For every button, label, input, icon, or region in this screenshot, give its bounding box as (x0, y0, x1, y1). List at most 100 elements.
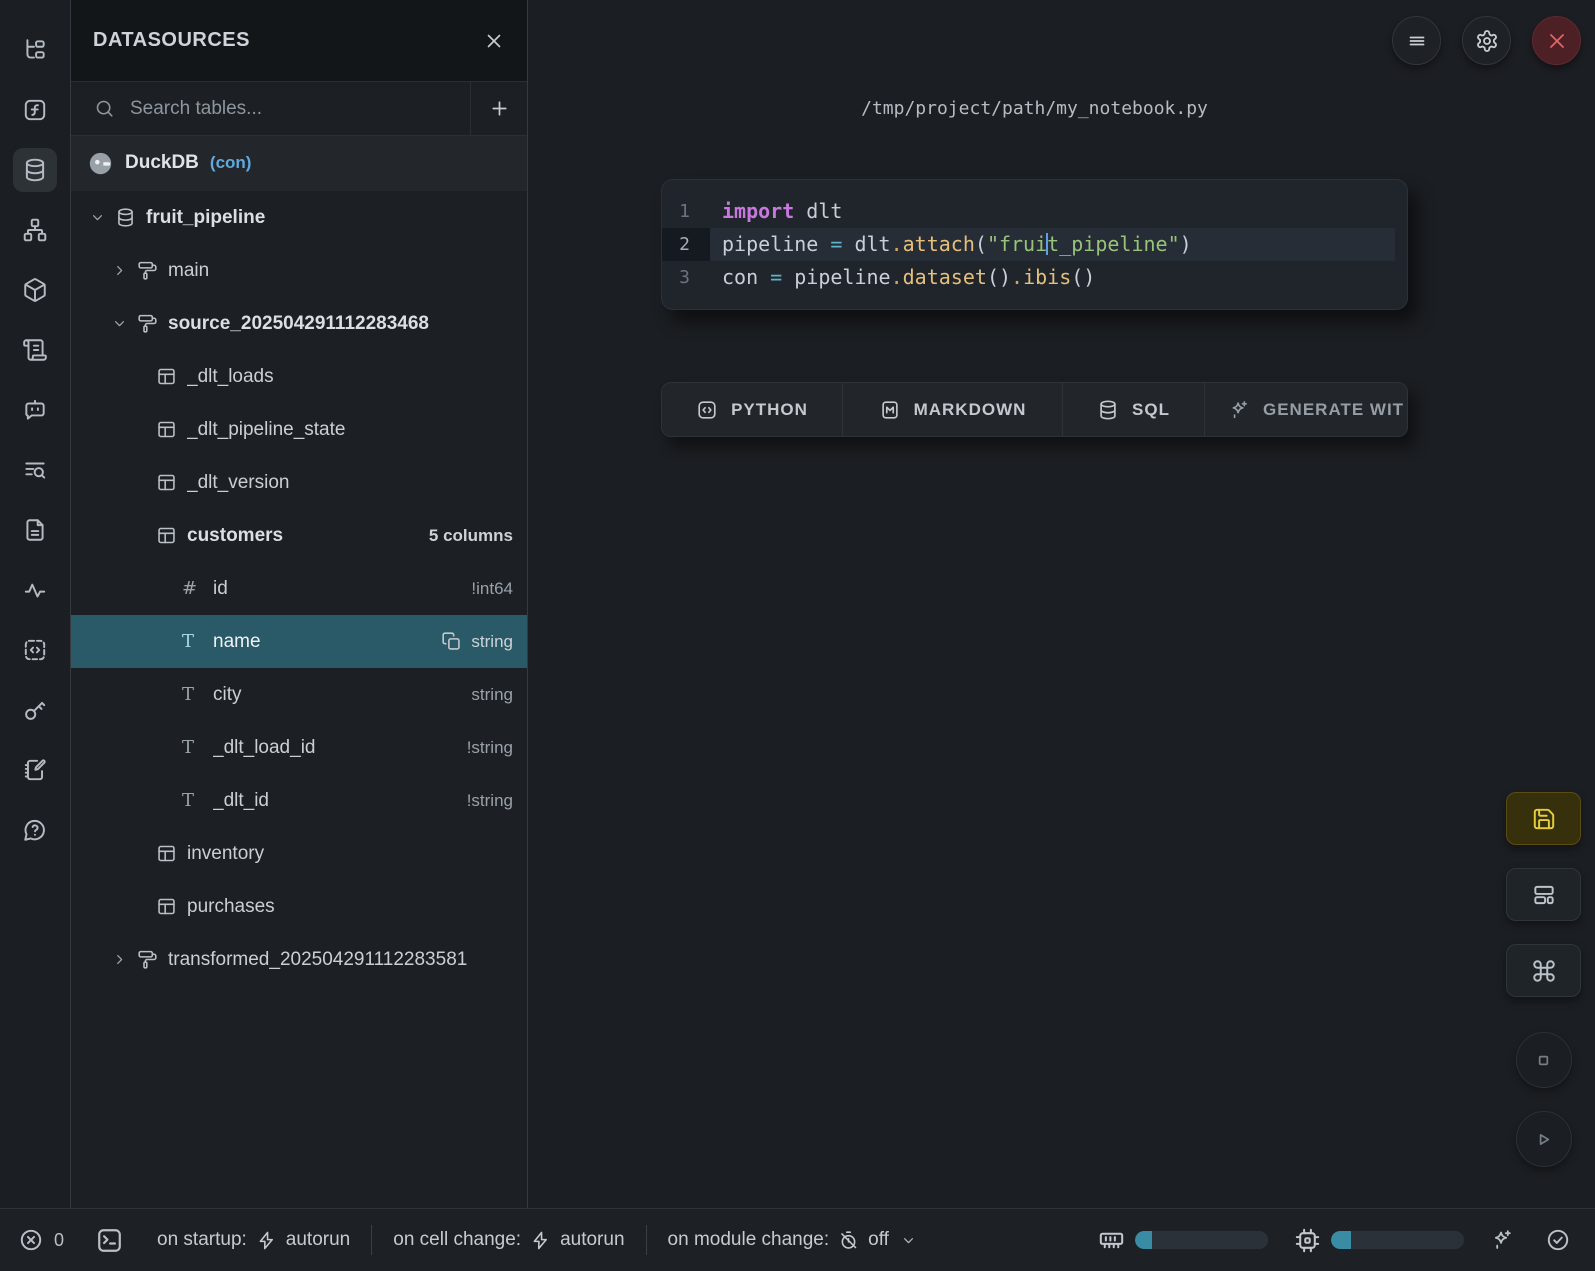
close-panel-button[interactable] (483, 30, 505, 52)
ai-features-button[interactable] (1490, 1228, 1514, 1252)
tree-row-city[interactable]: Tcitystring (71, 668, 527, 721)
grid-layout-button[interactable] (1506, 868, 1581, 921)
tree-label: _dlt_pipeline_state (187, 419, 513, 441)
status-bar: 0 on startup:autorun on cell change: autor… (0, 1208, 1595, 1271)
key-icon (22, 697, 48, 723)
search-icon (94, 98, 115, 119)
cpu-usage-fill (1331, 1231, 1351, 1249)
tree-row-id[interactable]: #id!int64 (71, 562, 527, 615)
rail-item-datasources[interactable] (13, 148, 57, 192)
table-icon (156, 525, 187, 546)
panel-header: DATASOURCES (71, 0, 527, 82)
code-cell[interactable]: 1import dlt2pipeline = dlt.attach("fruit… (661, 179, 1408, 310)
tree-badge: !int64 (471, 579, 513, 599)
activity-rail (0, 0, 71, 1208)
tree-label: _dlt_loads (187, 366, 513, 388)
rail-item-find-replace[interactable] (13, 448, 57, 492)
tree-label: name (213, 631, 441, 653)
on-startup-setting[interactable]: on startup:autorun (136, 1229, 371, 1251)
tree-row-transformed_202504291112283581[interactable]: transformed_202504291112283581 (71, 933, 527, 986)
rail-item-help[interactable] (13, 808, 57, 852)
copy-icon[interactable] (441, 631, 462, 652)
cpu-usage-bar (1331, 1231, 1464, 1249)
memory-usage-fill (1135, 1231, 1152, 1249)
settings-button[interactable] (1462, 16, 1511, 65)
sparkles-icon (1228, 399, 1250, 421)
segment-label: on startup: (157, 1229, 247, 1251)
tree-row-source_202504291112283468[interactable]: source_202504291112283468 (71, 297, 527, 350)
add-markdown-cell-button[interactable]: MARKDOWN (843, 383, 1063, 436)
notebook-area: /tmp/project/path/my_notebook.py 1import… (528, 0, 1595, 1208)
editor-line-2[interactable]: 2pipeline = dlt.attach("fruit_pipeline") (662, 228, 1407, 261)
column-type-glyph: T (182, 631, 213, 652)
chevron-right-icon[interactable] (111, 262, 137, 280)
add-python-cell-button[interactable]: PYTHON (662, 383, 843, 436)
editor-line-3[interactable]: 3con = pipeline.dataset().ibis() (662, 261, 1407, 294)
check-circle-icon (1545, 1227, 1571, 1253)
button-label: GENERATE WIT (1263, 400, 1404, 420)
menu-button[interactable] (1392, 16, 1441, 65)
file-tree-icon (22, 37, 48, 63)
segment-value: autorun (560, 1229, 624, 1251)
add-datasource-button[interactable] (471, 82, 527, 135)
tables-tree: fruit_pipelinemainsource_202504291112283… (71, 191, 527, 1208)
save-button[interactable] (1506, 792, 1581, 845)
memory-usage-bar (1135, 1231, 1268, 1249)
tree-row-main[interactable]: main (71, 244, 527, 297)
code-text: pipeline = dlt.attach("fruit_pipeline") (710, 228, 1395, 261)
connection-status-button[interactable] (1545, 1227, 1571, 1253)
list-search-icon (22, 457, 48, 483)
tree-row-_dlt_loads[interactable]: _dlt_loads (71, 350, 527, 403)
sparkles-icon (1490, 1228, 1514, 1252)
rail-item-variables[interactable] (13, 88, 57, 132)
chevron-down-icon[interactable] (111, 315, 137, 333)
shutdown-button[interactable] (1532, 16, 1581, 65)
tree-row-customers[interactable]: customers5 columns (71, 509, 527, 562)
rail-item-scratchpad[interactable] (13, 748, 57, 792)
rail-item-tracing[interactable] (13, 568, 57, 612)
bolt-icon (256, 1230, 277, 1251)
tree-row-inventory[interactable]: inventory (71, 827, 527, 880)
button-label: MARKDOWN (914, 400, 1027, 420)
chevron-right-icon[interactable] (111, 951, 137, 969)
table-icon (156, 366, 187, 387)
bot-icon (22, 397, 48, 423)
notebook-pen-icon (22, 757, 48, 783)
generate-with-ai-button[interactable]: GENERATE WIT (1205, 383, 1407, 436)
cube-icon (22, 277, 48, 303)
errors-indicator[interactable]: 0 (18, 1227, 64, 1253)
on-module-change-setting[interactable]: on module change:off (647, 1229, 938, 1251)
tree-row-_dlt_load_id[interactable]: T_dlt_load_id!string (71, 721, 527, 774)
segment-label: on cell change: (393, 1229, 521, 1251)
tree-badge: !string (467, 738, 513, 758)
segment-value: off (868, 1229, 889, 1251)
rail-item-dependencies[interactable] (13, 208, 57, 252)
rail-item-file-explorer[interactable] (13, 28, 57, 72)
tree-badge: string (471, 685, 513, 705)
rail-item-packages[interactable] (13, 268, 57, 312)
stop-button[interactable] (1516, 1032, 1572, 1088)
rail-item-chat[interactable] (13, 388, 57, 432)
on-cell-change-setting[interactable]: on cell change: autorun (372, 1229, 645, 1251)
terminal-button[interactable] (95, 1226, 124, 1255)
editor-line-1[interactable]: 1import dlt (662, 195, 1407, 228)
tree-row-name[interactable]: Tnamestring (71, 615, 527, 668)
tree-label: inventory (187, 843, 513, 865)
rail-item-snippets[interactable] (13, 628, 57, 672)
rail-item-secrets[interactable] (13, 688, 57, 732)
tree-row-_dlt_pipeline_state[interactable]: _dlt_pipeline_state (71, 403, 527, 456)
tree-row-purchases[interactable]: purchases (71, 880, 527, 933)
play-icon (1532, 1128, 1555, 1151)
run-button[interactable] (1516, 1111, 1572, 1167)
tree-row-_dlt_version[interactable]: _dlt_version (71, 456, 527, 509)
rail-item-logs[interactable] (13, 328, 57, 372)
add-sql-cell-button[interactable]: SQL (1063, 383, 1205, 436)
connection-row[interactable]: DuckDB (con) (71, 136, 527, 191)
command-palette-button[interactable] (1506, 944, 1581, 997)
tree-row-fruit_pipeline[interactable]: fruit_pipeline (71, 191, 527, 244)
chevron-down-icon[interactable] (89, 209, 115, 227)
tree-row-_dlt_id[interactable]: T_dlt_id!string (71, 774, 527, 827)
workspace: DATASOURCES DuckDB (con) fruit_pipelinem… (0, 0, 1595, 1208)
rail-item-documentation[interactable] (13, 508, 57, 552)
search-input[interactable] (115, 98, 470, 120)
